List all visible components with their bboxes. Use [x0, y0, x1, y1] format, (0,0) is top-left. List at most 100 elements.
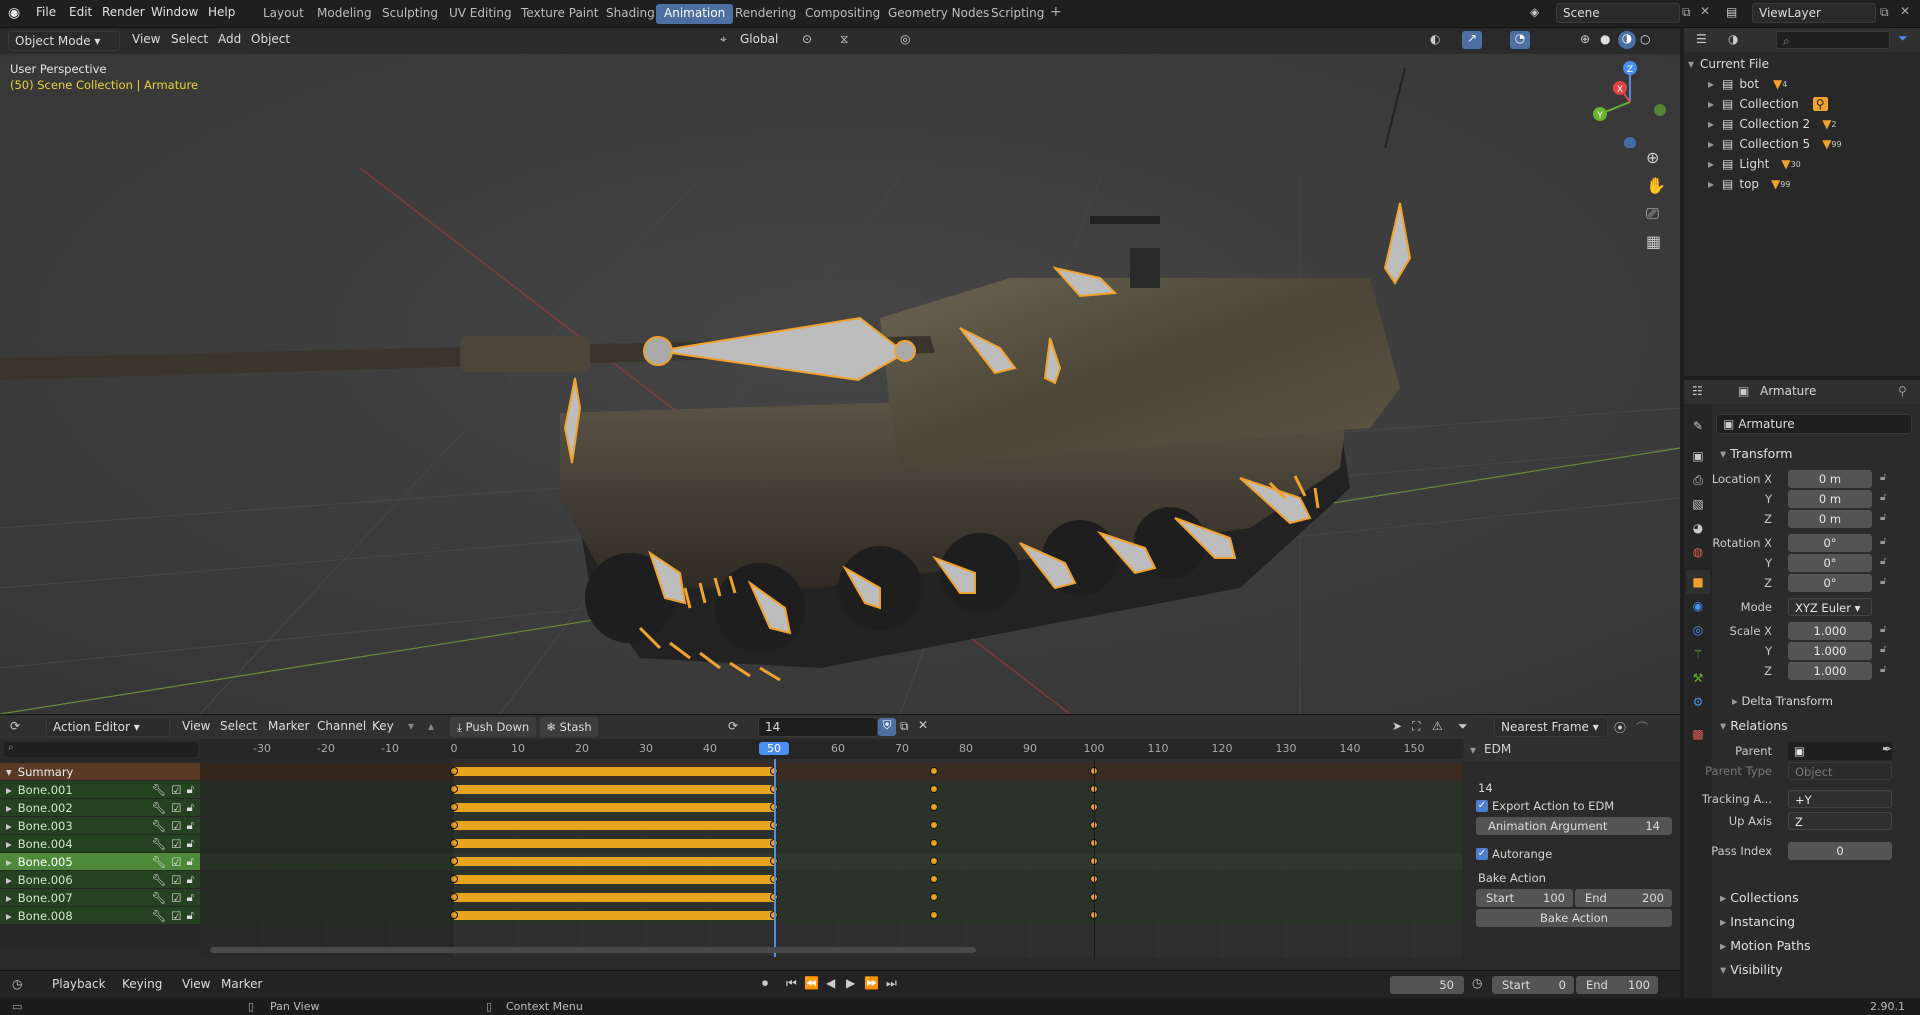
rotation-y-field[interactable]: 0° — [1788, 554, 1872, 572]
add-workspace-icon[interactable]: + — [1050, 4, 1062, 20]
export-action-checkbox[interactable]: ✓ Export Action to EDM — [1476, 799, 1614, 813]
frame-end-field[interactable]: End 100 — [1576, 976, 1658, 994]
parent-field[interactable]: ▣ — [1788, 742, 1892, 760]
expand-icon[interactable]: ▸ — [6, 909, 12, 923]
mode-selector[interactable]: Object Mode ▾ — [8, 31, 120, 51]
show-hidden-icon[interactable]: ⛶ — [1412, 719, 1420, 734]
outliner-item[interactable]: ▸ ▤ Collection 2 ▼ 2 — [1708, 114, 1837, 134]
camera-view-icon[interactable]: ⎚ — [1646, 204, 1659, 224]
parent-type-select[interactable]: Object — [1788, 762, 1892, 780]
bone-channel[interactable]: ▸ Bone.008 🔧︎ ☑ 🔓︎ — [0, 907, 200, 924]
viewport-menu-object[interactable]: Object — [251, 32, 290, 46]
filter-icon[interactable]: ⏷ — [1458, 719, 1468, 734]
dopesheet-menu-key[interactable]: Key — [372, 719, 394, 733]
ortho-toggle-icon[interactable]: ▦ — [1646, 232, 1661, 251]
bake-start-field[interactable]: Start 100 — [1476, 889, 1573, 907]
dopesheet-menu-channel[interactable]: Channel — [317, 719, 366, 733]
lock-icon[interactable]: 🔓︎ — [187, 854, 194, 869]
menu-help[interactable]: Help — [208, 5, 235, 19]
orientation-icon[interactable]: ⌖ — [720, 32, 727, 47]
menu-render[interactable]: Render — [102, 5, 145, 19]
jump-end-icon[interactable]: ⏭ — [886, 976, 897, 991]
action-browse-icon[interactable]: ⟳ — [728, 719, 738, 733]
lock-icon[interactable]: 🔓︎ — [1880, 492, 1886, 503]
play-icon[interactable]: ▶ — [846, 976, 855, 990]
proportional-edit-icon[interactable]: ◎ — [900, 32, 910, 46]
material-shading-icon[interactable]: ◑ — [1618, 31, 1636, 49]
lock-icon[interactable]: 🔓︎ — [1880, 556, 1886, 567]
collections-section[interactable]: ▸ Collections — [1720, 890, 1799, 905]
playback-menu[interactable]: Playback — [52, 977, 106, 991]
up-axis-select[interactable]: Z — [1788, 812, 1892, 830]
keyframe[interactable] — [930, 785, 938, 793]
dopesheet-menu-marker[interactable]: Marker — [268, 719, 309, 733]
tab-scripting[interactable]: Scripting — [983, 4, 1052, 24]
tab-layout[interactable]: Layout — [255, 4, 312, 24]
keyframe[interactable] — [930, 911, 938, 919]
frame-start-field[interactable]: Start 0 — [1492, 976, 1574, 994]
location-z-field[interactable]: 0 m — [1788, 510, 1872, 528]
outliner-search-input[interactable]: ⌕ — [1776, 31, 1890, 49]
keyframe[interactable] — [930, 839, 938, 847]
outliner-item[interactable]: ▸ ▤ top ▼ 99 — [1708, 174, 1790, 194]
wrench-icon[interactable]: 🔧︎ — [152, 837, 167, 851]
move-down-icon[interactable]: ▾ — [408, 719, 414, 733]
solid-shading-icon[interactable]: ● — [1600, 32, 1610, 46]
lock-icon[interactable]: 🔓︎ — [1880, 472, 1886, 483]
3d-viewport[interactable]: Object Mode ▾ View Select Add Object ⌖ G… — [0, 28, 1680, 714]
tab-shading[interactable]: Shading — [598, 4, 663, 24]
unlink-action-icon[interactable]: ✕ — [918, 718, 928, 732]
lock-icon[interactable]: 🔓︎ — [1880, 536, 1886, 547]
scale-x-field[interactable]: 1.000 — [1788, 622, 1872, 640]
rotation-x-field[interactable]: 0° — [1788, 534, 1872, 552]
keyframe[interactable] — [930, 875, 938, 883]
dopesheet-menu-view[interactable]: View — [182, 719, 210, 733]
expand-icon[interactable]: ▸ — [6, 837, 12, 851]
viewport-menu-select[interactable]: Select — [171, 32, 208, 46]
outliner-item[interactable]: ▸ ▤ Collection ⚲ — [1708, 94, 1828, 114]
wrench-icon[interactable]: 🔧︎ — [152, 855, 167, 869]
checkbox-icon[interactable]: ☑ — [171, 837, 181, 851]
scale-y-field[interactable]: 1.000 — [1788, 642, 1872, 660]
view-layer-new-icon[interactable]: ⧉ — [1880, 5, 1889, 20]
edm-header[interactable]: ▾ EDM — [1464, 739, 1680, 761]
lock-icon[interactable]: 🔓︎ — [187, 800, 194, 815]
orientation-selector[interactable]: Global — [740, 32, 778, 46]
editor-type-icon[interactable]: ⟳ — [10, 719, 20, 733]
blender-logo-icon[interactable]: ◉ — [8, 5, 20, 21]
wrench-icon[interactable]: 🔧︎ — [152, 783, 167, 797]
zoom-icon[interactable]: ⊕ — [1646, 148, 1659, 167]
scene-remove-icon[interactable]: ✕ — [1700, 4, 1710, 18]
tab-modeling[interactable]: Modeling — [309, 4, 380, 24]
marker-menu[interactable]: Marker — [221, 977, 262, 991]
lock-icon[interactable]: 🔓︎ — [1880, 644, 1886, 655]
outliner-item[interactable]: ▸ ▤ bot ▼ 4 — [1708, 74, 1787, 94]
view-menu[interactable]: View — [182, 977, 210, 991]
prev-keyframe-icon[interactable]: ⏪ — [804, 976, 819, 990]
keyframe-area[interactable] — [200, 759, 1462, 957]
fake-user-icon[interactable]: ⛨ — [878, 718, 896, 736]
wireframe-shading-icon[interactable]: ⊕ — [1580, 32, 1590, 46]
expand-icon[interactable]: ▸ — [6, 855, 12, 869]
record-icon[interactable]: ⏺ — [762, 976, 768, 991]
constraint-tab-icon[interactable]: ⚙ — [1686, 690, 1710, 714]
tool-tab-icon[interactable]: ✎ — [1686, 414, 1710, 438]
wrench-icon[interactable]: 🔧︎ — [152, 909, 167, 923]
tracking-axis-select[interactable]: +Y — [1788, 790, 1892, 808]
keying-menu[interactable]: Keying — [122, 977, 162, 991]
lock-icon[interactable]: 🔓︎ — [187, 872, 194, 887]
lock-icon[interactable]: 🔓︎ — [1880, 624, 1886, 635]
bone-channel[interactable]: ▸ Bone.006 🔧︎ ☑ 🔓︎ — [0, 871, 200, 888]
checkbox-icon[interactable]: ☑ — [171, 801, 181, 815]
scene-icon[interactable]: ◈ — [1530, 5, 1539, 19]
snap-icon[interactable]: ⧖ — [840, 32, 848, 47]
wrench-icon[interactable]: 🔧︎ — [152, 891, 167, 905]
expand-icon[interactable]: ▸ — [6, 783, 12, 797]
scale-z-field[interactable]: 1.000 — [1788, 662, 1872, 680]
rotation-z-field[interactable]: 0° — [1788, 574, 1872, 592]
move-up-icon[interactable]: ▴ — [428, 719, 434, 733]
checkbox-icon[interactable]: ☑ — [171, 909, 181, 923]
viewport-menu-view[interactable]: View — [132, 32, 160, 46]
keyframe[interactable] — [930, 893, 938, 901]
bone-channel[interactable]: ▸ Bone.007 🔧︎ ☑ 🔓︎ — [0, 889, 200, 906]
